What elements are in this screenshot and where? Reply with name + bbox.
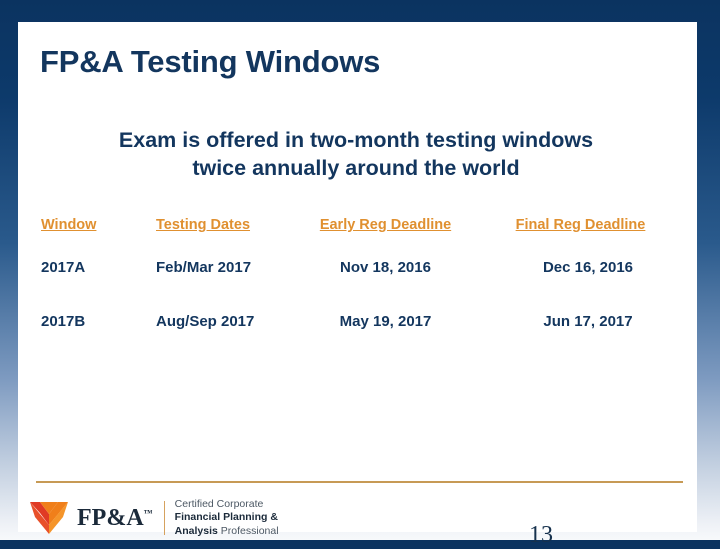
testing-windows-table: Window Testing Dates Early Reg Deadline …	[18, 210, 678, 348]
cell-window: 2017A	[41, 258, 86, 276]
wordmark-text: FP&A	[77, 504, 144, 531]
cell-testing-dates: Feb/Mar 2017	[156, 258, 252, 276]
cell-final-reg-deadline: Dec 16, 2016	[542, 258, 634, 276]
table-row: 2017A Feb/Mar 2017 Nov 18, 2016 Dec 16, …	[18, 240, 678, 294]
cell-window: 2017B	[41, 312, 86, 330]
cell-early-reg-deadline: May 19, 2017	[339, 312, 432, 330]
cell-early-reg-deadline: Nov 18, 2016	[340, 258, 431, 276]
column-header-final-reg-deadline: Final Reg Deadline	[515, 217, 646, 233]
subtitle-line-1: Exam is offered in two-month testing win…	[118, 128, 594, 152]
tagline-line-2: Financial Planning &	[174, 511, 278, 524]
tagline-line-3-rest: Professional	[217, 524, 279, 537]
fpa-wordmark: FP&A™	[77, 505, 153, 532]
logo-tagline: Certified Corporate Financial Planning &…	[175, 498, 279, 539]
page-title: FP&A Testing Windows	[40, 44, 381, 79]
slide-content-area: FP&A Testing Windows Exam is offered in …	[18, 22, 697, 548]
column-header-window: Window	[41, 217, 97, 233]
column-header-testing-dates: Testing Dates	[156, 217, 251, 233]
page-number: 13	[529, 522, 553, 548]
slide-subtitle: Exam is offered in two-month testing win…	[36, 126, 676, 183]
footer-divider	[36, 481, 683, 483]
cell-testing-dates: Aug/Sep 2017	[156, 312, 255, 330]
cell-final-reg-deadline: Jun 17, 2017	[543, 312, 633, 330]
subtitle-line-2: twice annually around the world	[192, 156, 520, 181]
tagline-line-1: Certified Corporate	[174, 497, 264, 510]
table-header-row: Window Testing Dates Early Reg Deadline …	[18, 210, 678, 240]
tagline-line-3-bold: Analysis	[174, 524, 218, 537]
logo-vertical-divider	[163, 501, 165, 535]
fpa-chevron-mark-icon	[30, 502, 68, 534]
slide-frame: FP&A Testing Windows Exam is offered in …	[0, 0, 720, 548]
column-header-early-reg-deadline: Early Reg Deadline	[319, 217, 452, 233]
table-row: 2017B Aug/Sep 2017 May 19, 2017 Jun 17, …	[18, 294, 678, 348]
trademark-symbol: ™	[143, 507, 153, 518]
ccfpa-logo: FP&A™ Certified Corporate Financial Plan…	[30, 494, 279, 542]
